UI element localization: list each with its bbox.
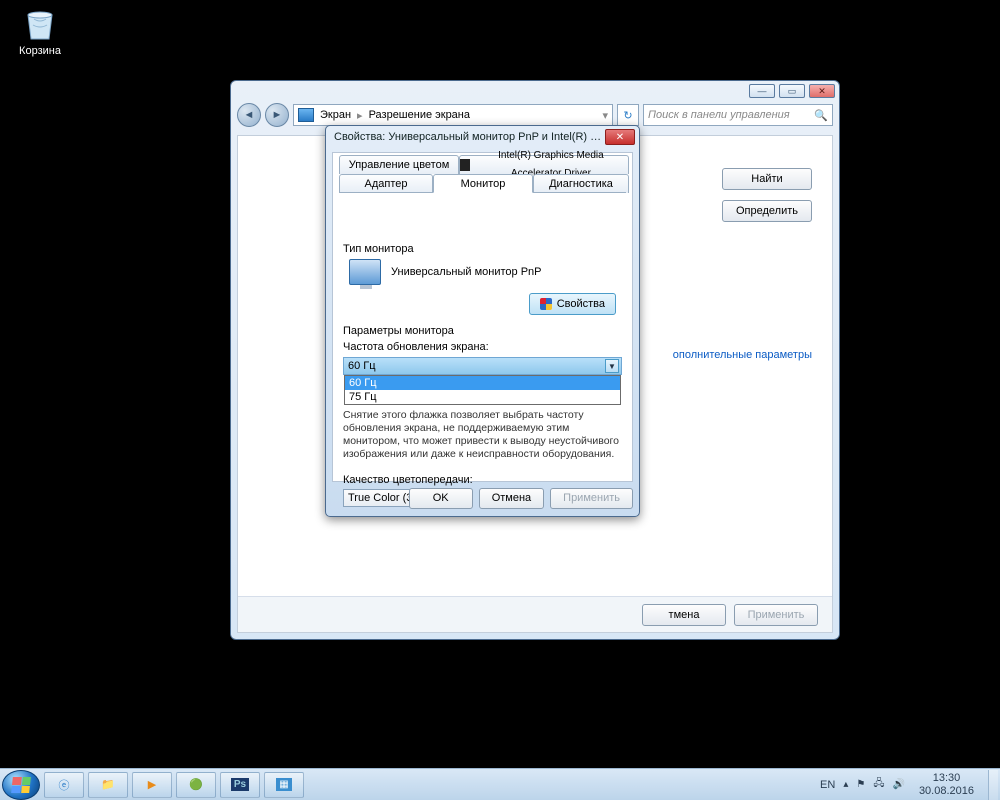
taskbar-app[interactable]: ▦ (264, 772, 304, 798)
clock[interactable]: 13:30 30.08.2016 (913, 772, 980, 796)
window-caption: — ▭ ✕ (231, 81, 839, 101)
window-footer: тмена Применить (238, 596, 832, 632)
language-indicator[interactable]: EN (820, 779, 835, 791)
close-button[interactable]: ✕ (809, 84, 835, 98)
properties-button[interactable]: Свойства (529, 293, 616, 315)
network-icon[interactable]: 🖧 (873, 776, 884, 793)
refresh-button[interactable]: ↻ (617, 104, 639, 126)
windows-logo-icon (11, 777, 31, 793)
monitor-icon (298, 108, 314, 122)
taskbar-media-player[interactable]: ▶ (132, 772, 172, 798)
cancel-button[interactable]: Отмена (479, 488, 544, 509)
chevron-down-icon: ▼ (605, 359, 619, 373)
apply-button: Применить (550, 488, 633, 509)
refresh-rate-select[interactable]: 60 Гц ▼ 60 Гц 75 Гц (343, 357, 622, 375)
time: 13:30 (919, 772, 974, 784)
find-button[interactable]: Найти (722, 168, 812, 190)
recycle-bin-label: Корзина (10, 45, 70, 57)
start-button[interactable] (2, 770, 40, 800)
play-icon: ▶ (148, 778, 156, 791)
tab-adapter[interactable]: Адаптер (339, 174, 433, 193)
folder-icon: 📁 (101, 778, 115, 791)
ps-icon: Ps (231, 778, 249, 791)
monitor-icon (349, 259, 381, 285)
show-desktop-button[interactable] (988, 770, 998, 800)
selected-value: 60 Гц (348, 360, 376, 372)
button-label: Свойства (557, 298, 605, 310)
dialog-body: Управление цветом Intel(R) Graphics Medi… (332, 152, 633, 482)
volume-icon[interactable]: 🔊 (892, 779, 904, 790)
apply-button: Применить (734, 604, 818, 626)
address-bar[interactable]: Экран ▸ Разрешение экрана ▾ (293, 104, 613, 126)
tab-intel-driver[interactable]: Intel(R) Graphics Media Accelerator Driv… (459, 155, 629, 174)
chrome-icon: 🟢 (189, 778, 203, 791)
refresh-rate-label: Частота обновления экрана: (343, 341, 622, 353)
identify-button[interactable]: Определить (722, 200, 812, 222)
tab-color-management[interactable]: Управление цветом (339, 155, 459, 174)
tab-monitor[interactable]: Монитор (433, 174, 533, 193)
taskbar-ie[interactable]: ⓔ (44, 772, 84, 798)
group-title: Параметры монитора (343, 325, 622, 337)
recycle-bin[interactable]: Корзина (10, 5, 70, 57)
chevron-right-icon: ▸ (357, 109, 363, 122)
breadcrumb-item[interactable]: Разрешение экрана (369, 109, 470, 121)
ok-button[interactable]: OK (409, 488, 473, 509)
monitor-name: Универсальный монитор PnP (391, 266, 542, 278)
forward-button[interactable]: ► (265, 103, 289, 127)
taskbar-chrome[interactable]: 🟢 (176, 772, 216, 798)
advanced-settings-link[interactable]: ополнительные параметры (673, 349, 812, 361)
date: 30.08.2016 (919, 785, 974, 797)
taskbar: ⓔ 📁 ▶ 🟢 Ps ▦ EN ▴ ⚑ 🖧 🔊 13:30 30.08.2016 (0, 768, 1000, 800)
monitor-properties-dialog: Свойства: Универсальный монитор PnP и In… (325, 125, 640, 517)
search-placeholder: Поиск в панели управления (648, 109, 790, 121)
action-center-icon[interactable]: ⚑ (856, 779, 865, 790)
intel-icon (460, 159, 470, 171)
back-button[interactable]: ◄ (237, 103, 261, 127)
taskbar-explorer[interactable]: 📁 (88, 772, 128, 798)
monitor-settings-group: Параметры монитора Частота обновления эк… (343, 325, 622, 507)
search-icon: 🔍 (814, 109, 828, 122)
tab-strip: Управление цветом Intel(R) Graphics Medi… (333, 153, 632, 193)
search-input[interactable]: Поиск в панели управления 🔍 (643, 104, 833, 126)
chevron-down-icon[interactable]: ▾ (602, 109, 608, 122)
recycle-bin-icon (20, 5, 60, 43)
chevron-up-icon[interactable]: ▴ (843, 779, 848, 790)
maximize-button[interactable]: ▭ (779, 84, 805, 98)
taskbar-photoshop[interactable]: Ps (220, 772, 260, 798)
refresh-rate-dropdown: 60 Гц 75 Гц (344, 375, 621, 405)
close-button[interactable]: ✕ (605, 129, 635, 145)
monitor-type-group: Тип монитора Универсальный монитор PnP С… (343, 243, 622, 317)
group-title: Тип монитора (343, 243, 622, 255)
hide-modes-note: Снятие этого флажка позволяет выбрать ча… (343, 409, 622, 462)
cancel-button[interactable]: тмена (642, 604, 726, 626)
dialog-title: Свойства: Универсальный монитор PnP и In… (334, 131, 605, 143)
option-75hz[interactable]: 75 Гц (345, 390, 620, 404)
dialog-buttons: OK Отмена Применить (332, 485, 633, 511)
system-tray: EN ▴ ⚑ 🖧 🔊 13:30 30.08.2016 (820, 770, 1000, 800)
breadcrumb-item[interactable]: Экран (320, 109, 351, 121)
dialog-titlebar: Свойства: Универсальный монитор PnP и In… (326, 126, 639, 148)
uac-shield-icon (540, 298, 552, 310)
app-icon: ▦ (276, 778, 291, 791)
tab-diagnostics[interactable]: Диагностика (533, 174, 629, 193)
minimize-button[interactable]: — (749, 84, 775, 98)
color-quality-label: Качество цветопередачи: (343, 474, 622, 486)
option-60hz[interactable]: 60 Гц (345, 376, 620, 390)
ie-icon: ⓔ (59, 777, 70, 793)
